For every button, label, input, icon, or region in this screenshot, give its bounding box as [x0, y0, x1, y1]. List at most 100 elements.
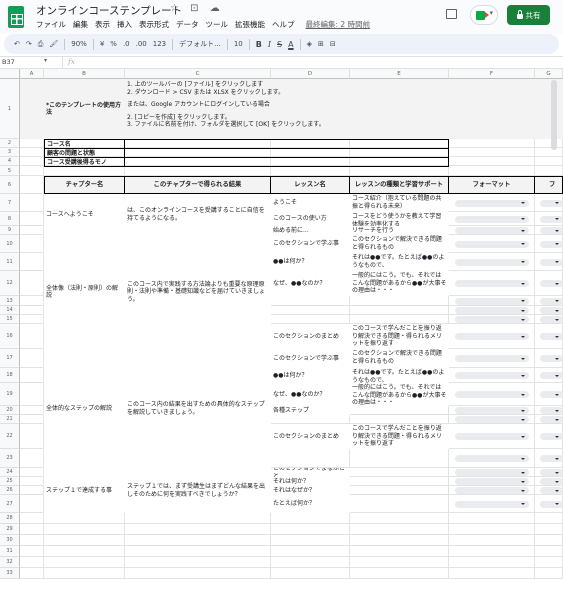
- row-header[interactable]: 23: [0, 449, 20, 468]
- menu-format[interactable]: 表示形式: [139, 19, 169, 30]
- currency-format-button[interactable]: ¥: [100, 40, 104, 48]
- format-dropdown-2[interactable]: [540, 455, 563, 462]
- grid-cell[interactable]: [20, 557, 44, 568]
- lesson-type[interactable]: それは●●です。たとえば●●のようなもので、: [350, 253, 449, 271]
- lesson-type[interactable]: コースをどう使うかを教えて学習体験を効率化する: [350, 212, 449, 226]
- grid-cell[interactable]: [271, 513, 350, 524]
- comment-history-icon[interactable]: [446, 9, 457, 19]
- grid-cell[interactable]: [20, 468, 44, 477]
- format-dropdown-2[interactable]: [540, 240, 563, 248]
- format-dropdown[interactable]: [455, 333, 529, 340]
- grid-cell[interactable]: [125, 546, 271, 557]
- menu-edit[interactable]: 編集: [73, 19, 88, 30]
- row-header[interactable]: 21: [0, 415, 20, 424]
- lesson-type[interactable]: このコースで学んだことを振り返り解決できる問題・得られるメリットを振り返す: [350, 324, 449, 349]
- format-dropdown[interactable]: [455, 433, 529, 440]
- lesson-name[interactable]: 各種ステップ: [271, 406, 350, 415]
- star-move-cloud-icons[interactable]: ☆ ⊡ ☁: [170, 3, 224, 14]
- lesson-name[interactable]: ようこそ: [271, 194, 350, 212]
- lesson-name[interactable]: このセクションで学ぶ事: [271, 349, 350, 368]
- print-icon[interactable]: ⎙: [38, 40, 44, 49]
- grid-cell[interactable]: [350, 166, 449, 176]
- grid-cell[interactable]: [535, 568, 563, 579]
- lesson-type[interactable]: このセクションで解決できる問題と得られるもの: [350, 349, 449, 368]
- row-header[interactable]: 11: [0, 253, 20, 271]
- grid-cell[interactable]: [350, 546, 449, 557]
- row-header[interactable]: 4: [0, 157, 20, 166]
- grid-cell[interactable]: [20, 546, 44, 557]
- grid-cell[interactable]: [535, 546, 563, 557]
- grid-cell[interactable]: [449, 157, 535, 166]
- grid-cell[interactable]: [449, 535, 535, 546]
- chapter-name[interactable]: 全体的なステップの解説: [44, 349, 125, 468]
- merge-cells-icon[interactable]: ⊟: [330, 40, 336, 48]
- grid-cell[interactable]: [535, 535, 563, 546]
- format-dropdown-2[interactable]: [540, 280, 563, 287]
- grid-cell[interactable]: [535, 513, 563, 524]
- grid-cell[interactable]: [350, 449, 449, 468]
- row-header[interactable]: 32: [0, 557, 20, 568]
- format-dropdown[interactable]: [455, 355, 529, 362]
- decrease-decimal-button[interactable]: .0: [123, 40, 130, 48]
- lesson-name[interactable]: なぜ、●●なのか？: [271, 383, 350, 406]
- format-dropdown-2[interactable]: [540, 407, 563, 414]
- grid-cell[interactable]: [125, 513, 271, 524]
- format-dropdown-2[interactable]: [540, 199, 563, 207]
- sheets-logo-icon[interactable]: [8, 6, 24, 28]
- chapter-name[interactable]: コースへようこそ: [44, 194, 125, 235]
- row-header[interactable]: 3: [0, 148, 20, 157]
- format-dropdown-2[interactable]: [540, 487, 563, 494]
- format-dropdown-2[interactable]: [540, 416, 563, 423]
- grid-cell[interactable]: [449, 166, 535, 176]
- undo-icon[interactable]: ↶: [14, 40, 20, 48]
- grid-cell[interactable]: [125, 166, 271, 176]
- grid-cell[interactable]: [350, 468, 449, 477]
- format-dropdown-2[interactable]: [540, 355, 563, 362]
- grid-cell[interactable]: [271, 449, 350, 468]
- format-dropdown-2[interactable]: [540, 307, 563, 314]
- grid-cell[interactable]: [271, 546, 350, 557]
- more-formats-button[interactable]: 123: [153, 40, 166, 48]
- meet-button[interactable]: ▾: [470, 5, 498, 25]
- grid-cell[interactable]: [20, 477, 44, 486]
- grid-cell[interactable]: [350, 306, 449, 315]
- grid-cell[interactable]: [350, 315, 449, 324]
- vertical-scrollbar[interactable]: [551, 80, 557, 150]
- percent-format-button[interactable]: %: [110, 40, 117, 48]
- document-title[interactable]: オンラインコーステンプレート: [36, 3, 182, 18]
- grid-cell[interactable]: [20, 166, 44, 176]
- format-dropdown-2[interactable]: [540, 478, 563, 485]
- format-dropdown[interactable]: [455, 487, 529, 494]
- grid-cell[interactable]: [271, 557, 350, 568]
- lesson-name[interactable]: 始める前に...: [271, 226, 350, 235]
- chapter-result[interactable]: ステップ１では、まず受講生はまずどんな結果を出しそのために何を実践すべきでしょう…: [125, 468, 271, 513]
- row-header[interactable]: 18: [0, 368, 20, 383]
- menu-file[interactable]: ファイル: [36, 19, 66, 30]
- row-header[interactable]: 19: [0, 383, 20, 406]
- grid-cell[interactable]: [271, 524, 350, 535]
- grid-cell[interactable]: [535, 148, 563, 157]
- grid-cell[interactable]: [449, 513, 535, 524]
- row-header[interactable]: 29: [0, 524, 20, 535]
- paint-format-icon[interactable]: 🖌: [49, 40, 58, 48]
- grid-cell[interactable]: [350, 557, 449, 568]
- row-header[interactable]: 5: [0, 166, 20, 176]
- row-header[interactable]: 31: [0, 546, 20, 557]
- row-header[interactable]: 13: [0, 296, 20, 306]
- format-dropdown-2[interactable]: [540, 215, 563, 223]
- lesson-name[interactable]: それは何か？: [271, 477, 350, 486]
- grid-cell[interactable]: [20, 296, 44, 306]
- grid-cell[interactable]: [20, 139, 44, 148]
- grid-cell[interactable]: [20, 495, 44, 513]
- borders-icon[interactable]: ⊞: [318, 40, 324, 48]
- redo-icon[interactable]: ↷: [26, 40, 32, 48]
- grid-cell[interactable]: [44, 513, 125, 524]
- column-header-g[interactable]: G: [535, 69, 563, 79]
- format-dropdown[interactable]: [455, 307, 529, 314]
- row-header[interactable]: 27: [0, 495, 20, 513]
- grid-cell[interactable]: [44, 568, 125, 579]
- format-dropdown[interactable]: [455, 469, 529, 476]
- grid-cell[interactable]: [535, 157, 563, 166]
- grid-cell[interactable]: [20, 486, 44, 495]
- column-header-b[interactable]: B: [44, 69, 125, 79]
